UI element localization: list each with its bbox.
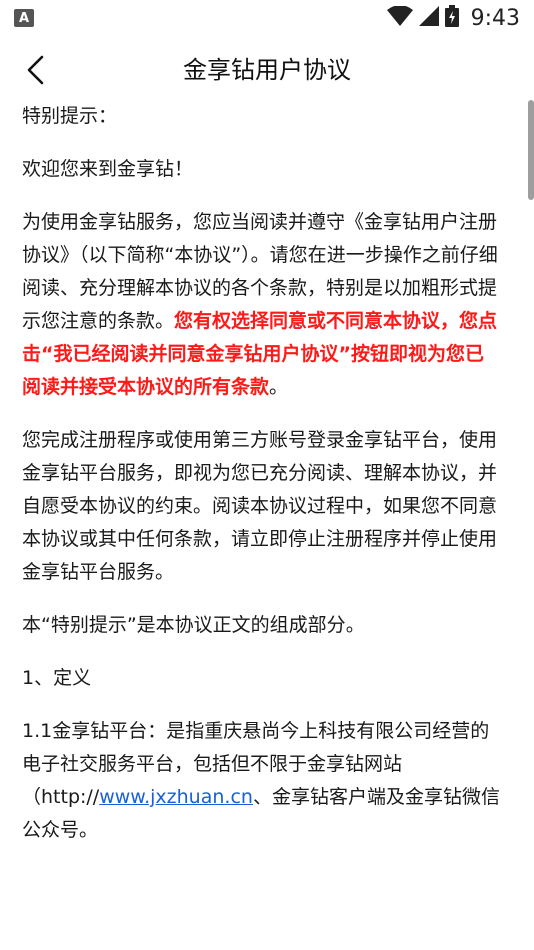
notification-app-icon: A <box>14 9 34 27</box>
agreement-content: 特别提示： 欢迎您来到金享钻！ 为使用金享钻服务，您应当阅读并遵守《金享钻用户注… <box>22 100 502 867</box>
page-title: 金享钻用户协议 <box>183 56 351 84</box>
section-definitions-heading: 1、定义 <box>22 667 92 689</box>
status-bar-left: A <box>14 9 34 27</box>
intro-paragraph: 为使用金享钻服务，您应当阅读并遵守《金享钻用户注册协议》（以下简称“本协议”）。… <box>22 206 502 404</box>
status-bar-right: 9:43 <box>386 5 520 31</box>
wifi-icon <box>386 5 413 30</box>
app-bar: 金享钻用户协议 <box>0 40 534 100</box>
definition-1-1: 1.1金享钻平台：是指重庆悬尚今上科技有限公司经营的电子社交服务平台，包括但不限… <box>22 715 502 847</box>
intro-end: 。 <box>269 376 289 398</box>
notice-part-text: 本“特别提示”是本协议正文的组成部分。 <box>22 614 365 636</box>
status-bar: A 9:43 <box>0 0 534 36</box>
website-link[interactable]: www.jxzhuan.cn <box>99 786 253 808</box>
welcome-text: 欢迎您来到金享钻！ <box>22 158 194 180</box>
special-notice-heading: 特别提示： <box>22 105 118 127</box>
scrollbar[interactable] <box>528 100 534 200</box>
battery-icon <box>444 5 459 31</box>
signal-icon <box>418 6 439 30</box>
registration-paragraph: 您完成注册程序或使用第三方账号登录金享钻平台，使用金享钻平台服务，即视为您已充分… <box>22 429 498 583</box>
status-time: 9:43 <box>470 5 520 31</box>
